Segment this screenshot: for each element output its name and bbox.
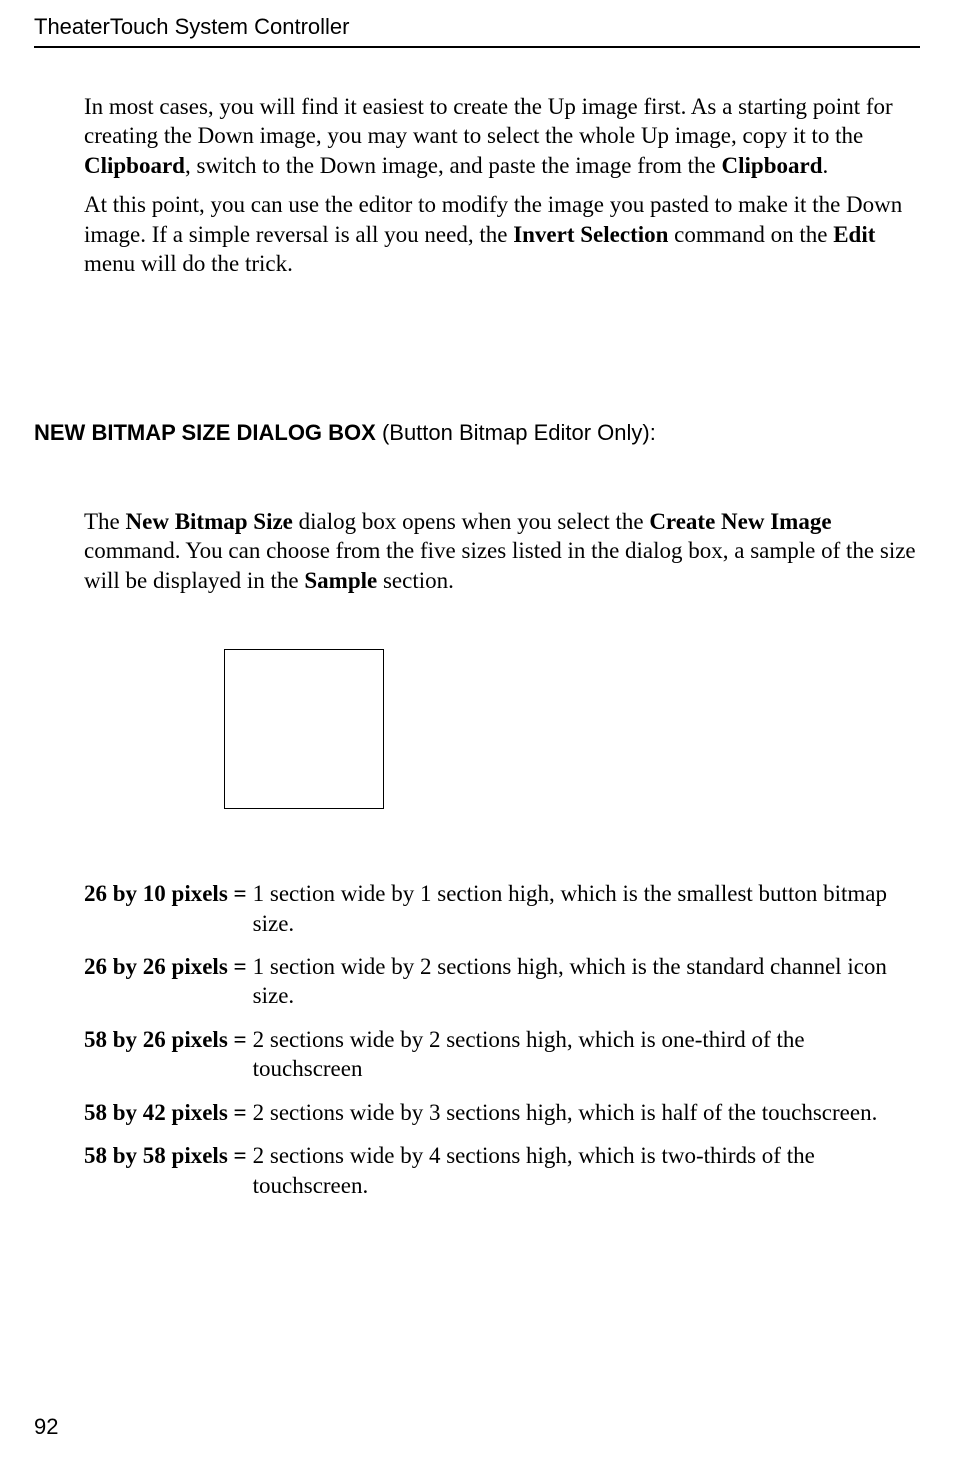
definition-desc: 1 section wide by 2 sections high, which… [247,952,920,1011]
text: The [84,509,126,534]
term-sample: Sample [304,568,377,593]
definition-row: 26 by 10 pixels = 1 section wide by 1 se… [84,879,920,938]
term-create-new-image: Create New Image [649,509,831,534]
definition-desc: 2 sections wide by 2 sections high, whic… [247,1025,920,1084]
definition-term: 58 by 26 pixels = [84,1025,247,1054]
section-heading-rest: (Button Bitmap Editor Only): [376,420,656,445]
term-clipboard: Clipboard [84,153,185,178]
definition-term: 58 by 58 pixels = [84,1141,247,1170]
definition-desc: 1 section wide by 1 section high, which … [247,879,920,938]
definition-row: 58 by 42 pixels = 2 sections wide by 3 s… [84,1098,920,1127]
text: command. You can choose from the five si… [84,538,916,592]
term-clipboard: Clipboard [722,153,823,178]
paragraph-3: The New Bitmap Size dialog box opens whe… [84,507,920,595]
page-number: 92 [34,1414,58,1440]
definition-desc: 2 sections wide by 4 sections high, whic… [247,1141,920,1200]
text: command on the [668,222,833,247]
term-edit: Edit [833,222,875,247]
definition-row: 58 by 58 pixels = 2 sections wide by 4 s… [84,1141,920,1200]
term-new-bitmap-size: New Bitmap Size [126,509,293,534]
term-invert-selection: Invert Selection [513,222,668,247]
page: TheaterTouch System Controller In most c… [0,0,954,1466]
text: menu will do the trick. [84,251,293,276]
section-heading-bold: NEW BITMAP SIZE DIALOG BOX [34,420,376,445]
text: section. [377,568,454,593]
definition-list: 26 by 10 pixels = 1 section wide by 1 se… [84,879,920,1200]
definition-term: 26 by 26 pixels = [84,952,247,981]
running-header: TheaterTouch System Controller [34,14,920,48]
sample-box [224,649,384,809]
definition-row: 26 by 26 pixels = 1 section wide by 2 se… [84,952,920,1011]
section-heading: NEW BITMAP SIZE DIALOG BOX (Button Bitma… [34,419,920,447]
definition-term: 58 by 42 pixels = [84,1098,247,1127]
text: . [823,153,829,178]
text: , switch to the Down image, and paste th… [185,153,722,178]
text: In most cases, you will find it easiest … [84,94,893,148]
definition-desc: 2 sections wide by 3 sections high, whic… [247,1098,920,1127]
definition-term: 26 by 10 pixels = [84,879,247,908]
text: dialog box opens when you select the [293,509,649,534]
paragraph-2: At this point, you can use the editor to… [84,190,920,278]
body-text: In most cases, you will find it easiest … [34,48,920,1200]
paragraph-1: In most cases, you will find it easiest … [84,92,920,180]
definition-row: 58 by 26 pixels = 2 sections wide by 2 s… [84,1025,920,1084]
